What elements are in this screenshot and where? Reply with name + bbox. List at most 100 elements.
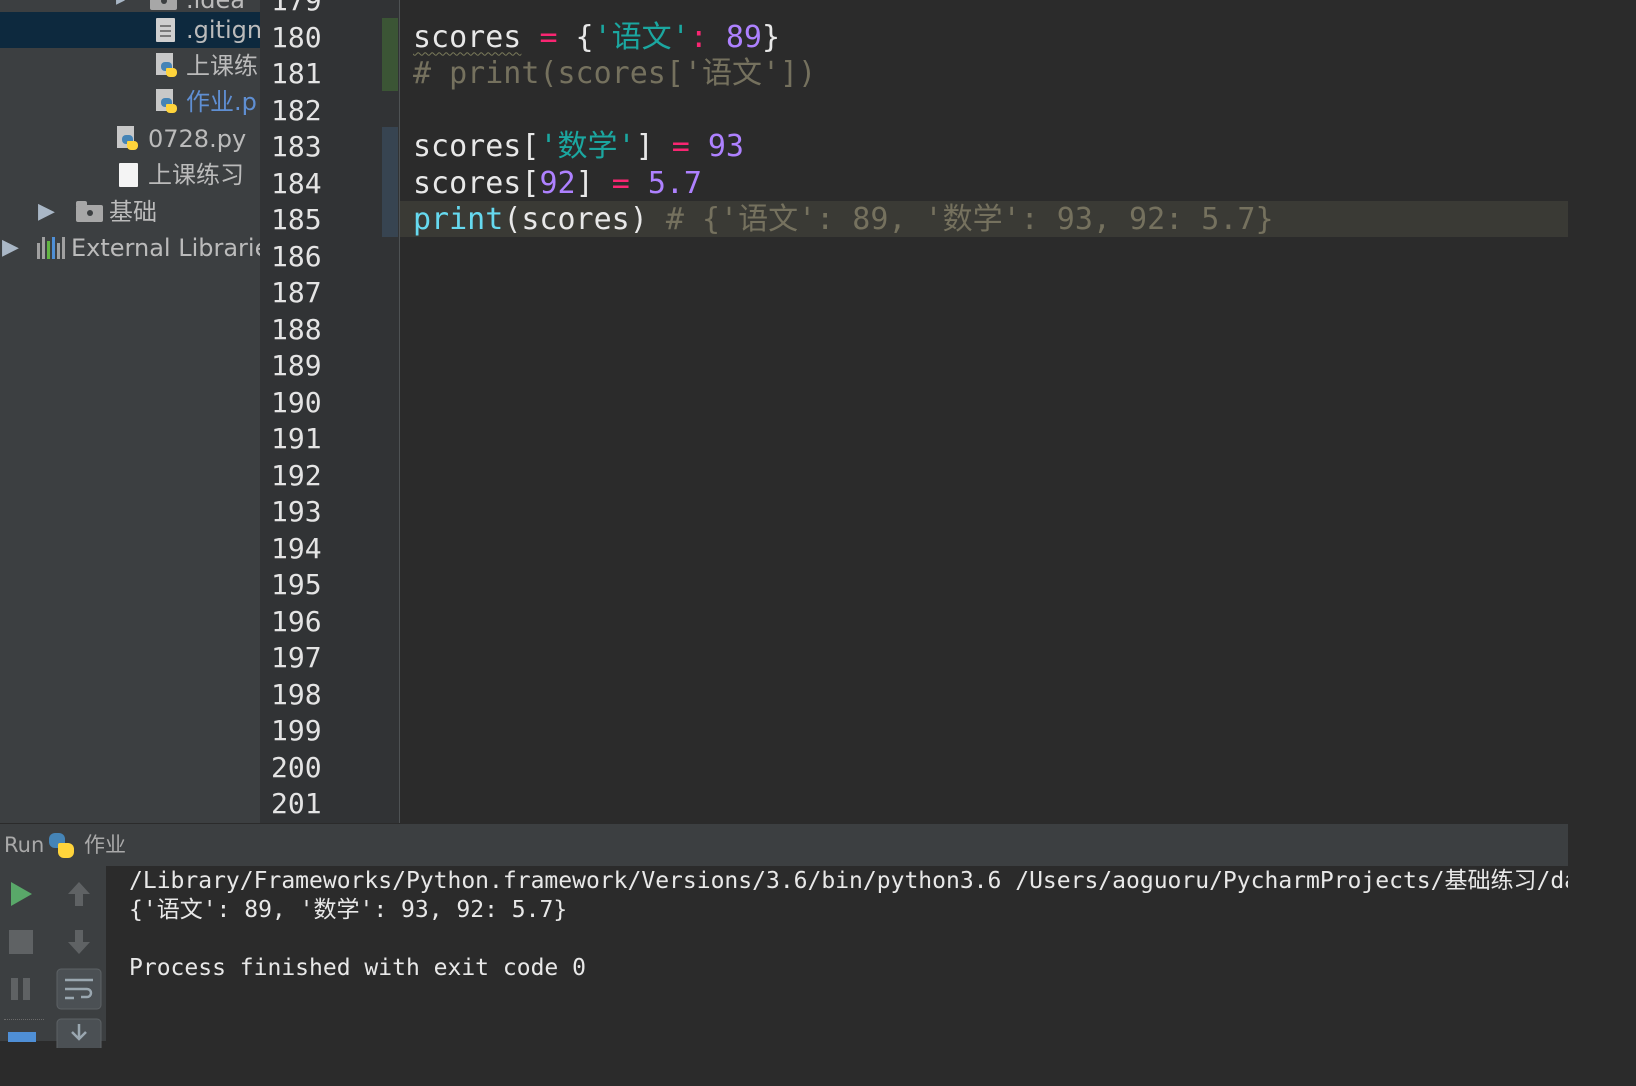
console-line: {'语文': 89, '数学': 93, 92: 5.7} xyxy=(129,897,568,923)
run-config-name[interactable]: 作业 xyxy=(84,824,126,867)
code-token: : xyxy=(689,19,708,55)
expand-arrow-icon[interactable]: ▶ xyxy=(38,194,55,230)
file-icon xyxy=(119,163,138,187)
rerun-play-icon[interactable] xyxy=(8,880,34,908)
line-number: 189 xyxy=(271,349,322,382)
line-number: 179 xyxy=(271,0,322,17)
code-token: (scores) xyxy=(503,202,648,237)
project-tree: ▸ .idea .gitign 上课练 作业.p 0728.py 上课练习 ▶ … xyxy=(0,0,260,823)
line-number: 199 xyxy=(271,714,322,747)
tree-item-label: 0728.py xyxy=(148,125,247,153)
line-number: 181 xyxy=(271,57,322,90)
tree-item-external-libraries[interactable]: ▶ External Librarie xyxy=(0,230,260,266)
python-file-icon xyxy=(117,126,138,152)
stop-icon[interactable] xyxy=(8,929,34,955)
code-token: ] xyxy=(575,165,612,201)
arrow-up-icon[interactable] xyxy=(66,880,92,908)
code-token: print xyxy=(413,202,504,237)
code-token: # {'语文': 89, '数学': 93, 92: 5.7} xyxy=(647,202,1274,237)
change-marker-modified[interactable] xyxy=(382,127,398,237)
code-token: 93 xyxy=(707,129,744,164)
line-number: 201 xyxy=(271,787,322,820)
code-token: = xyxy=(671,129,690,164)
line-number: 190 xyxy=(271,385,322,419)
code-token: scores xyxy=(413,19,522,55)
python-icon xyxy=(48,832,76,860)
code-token: = xyxy=(611,165,630,201)
tree-item-label: .gitign xyxy=(186,16,260,44)
code-token: scores[ xyxy=(413,165,540,201)
toolbar-separator xyxy=(4,1019,44,1020)
line-number: 183 xyxy=(271,130,322,163)
pause-icon[interactable] xyxy=(8,976,34,1002)
code-line: scores = {'语文': 89} xyxy=(413,20,780,56)
code-line: scores[92] = 5.7 xyxy=(413,166,702,202)
folder-icon xyxy=(150,0,177,10)
tree-item-label: External Librarie xyxy=(71,234,260,262)
line-number: 180 xyxy=(271,20,322,54)
tree-item-python-file[interactable]: 上课练 xyxy=(0,48,260,84)
python-file-icon xyxy=(156,53,177,79)
python-file-icon xyxy=(156,89,177,115)
change-marker-added[interactable] xyxy=(382,18,398,91)
line-number: 193 xyxy=(271,495,322,528)
line-number: 187 xyxy=(271,276,322,309)
layout-icon[interactable] xyxy=(8,1032,36,1042)
expand-arrow-icon[interactable]: ▶ xyxy=(2,230,19,266)
run-console[interactable]: /Library/Frameworks/Python.framework/Ver… xyxy=(107,866,1568,1041)
soft-wrap-icon[interactable] xyxy=(56,968,102,1010)
line-number: 197 xyxy=(271,641,322,674)
code-token: 89 xyxy=(725,19,762,55)
tree-item-label: 上课练习 xyxy=(148,161,244,189)
code-token: = xyxy=(539,19,558,55)
code-line: print(scores) # {'语文': 89, '数学': 93, 92:… xyxy=(413,202,1274,238)
line-number: 194 xyxy=(271,531,322,565)
code-token: 92 xyxy=(539,165,576,201)
text-file-icon xyxy=(156,18,175,42)
tree-item-gitignore[interactable]: .gitign xyxy=(0,12,260,48)
code-token: '语文' xyxy=(593,19,690,55)
line-number: 191 xyxy=(271,422,322,455)
line-number: 185 xyxy=(271,203,322,236)
tree-item-folder[interactable]: ▶ 基础 xyxy=(0,194,260,230)
code-token: ] xyxy=(635,129,672,164)
code-token: 5.7 xyxy=(647,165,702,201)
run-toolbar xyxy=(0,866,107,1048)
scroll-to-end-icon[interactable] xyxy=(56,1018,102,1048)
folder-icon xyxy=(76,201,103,222)
tree-item-file[interactable]: 上课练习 xyxy=(0,157,260,193)
code-token: # print(scores['语文']) xyxy=(413,56,817,91)
editor-gutter[interactable]: 179 180 181 182 183 184 185 186 187 188 189 190 191 1… xyxy=(260,0,400,823)
tree-item-label: 作业.p xyxy=(186,88,257,116)
arrow-down-icon[interactable] xyxy=(66,928,92,956)
code-token: scores[ xyxy=(413,129,540,164)
tree-item-python-file[interactable]: 作业.p xyxy=(0,84,260,120)
code-token: '数学' xyxy=(539,129,636,164)
console-line: /Library/Frameworks/Python.framework/Ver… xyxy=(129,868,1568,894)
run-tab-title[interactable]: Run xyxy=(4,824,44,867)
code-line: scores['数学'] = 93 xyxy=(413,129,744,165)
tree-item-label: 上课练 xyxy=(186,52,258,80)
code-token: { xyxy=(557,19,594,55)
line-number: 182 xyxy=(271,93,322,127)
code-line: # print(scores['语文']) xyxy=(413,56,816,92)
line-number: 198 xyxy=(271,677,322,711)
line-number: 188 xyxy=(271,312,322,346)
line-number: 196 xyxy=(271,604,322,638)
line-number: 186 xyxy=(271,239,322,273)
line-number: 184 xyxy=(271,166,322,200)
tree-item-label: 基础 xyxy=(109,198,157,226)
run-panel-header: Run 作业 xyxy=(0,823,1568,867)
code-token: } xyxy=(762,19,781,55)
line-number: 192 xyxy=(271,458,322,492)
tree-item-python-file[interactable]: 0728.py xyxy=(0,121,260,157)
library-icon xyxy=(37,237,67,259)
code-editor[interactable] xyxy=(400,0,1568,823)
console-line: Process finished with exit code 0 xyxy=(129,955,586,981)
line-number: 195 xyxy=(271,568,322,601)
line-number: 200 xyxy=(271,750,322,784)
